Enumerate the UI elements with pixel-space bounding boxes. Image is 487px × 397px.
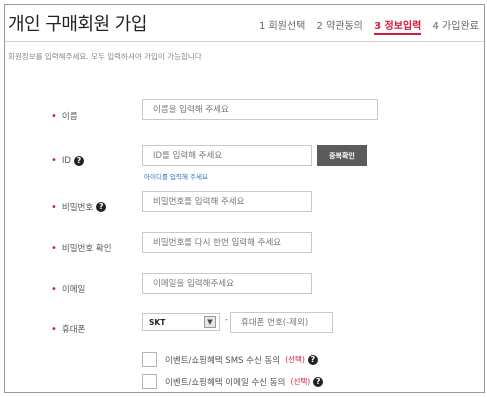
required-bullet: • [51,155,57,166]
sms-consent-row: 이벤트/쇼핑혜택 SMS 수신 동의 (선택) ? [142,350,318,369]
required-bullet: • [51,110,57,122]
question-circle-icon[interactable]: ? [96,202,107,212]
question-circle-icon[interactable]: ? [73,155,84,166]
step-4: 4 가입완료 [432,21,479,32]
name-label: • 이름 [51,110,78,123]
password-label: • 비밀번호 ? [51,201,107,213]
name-input[interactable] [142,99,378,120]
required-bullet: • [51,242,57,254]
step-2: 2 약관동의 [316,21,363,32]
step-1: 1 회원선택 [259,21,306,32]
password-confirm-input[interactable] [142,232,312,253]
password-confirm-label: • 비밀번호 확인 [51,242,112,255]
required-bullet: • [51,201,57,213]
page-title: 개인 구매회원 가입 [8,14,147,35]
phone-label: • 휴대폰 [51,323,86,336]
id-label: • ID ? [51,155,84,166]
duplicate-check-button[interactable]: 중복확인 [317,145,367,166]
chevron-down-icon[interactable]: ▼ [204,316,216,328]
email-consent-row: 이벤트/쇼핑혜택 이메일 수신 동의 (선택) ? [142,372,324,391]
step-indicator: 1 회원선택 2 약관동의 3 정보입력 4 가입완료 [259,17,487,35]
sms-consent-checkbox[interactable] [142,352,157,367]
step-3-current: 3 정보입력 [374,21,422,35]
password-input[interactable] [142,191,312,212]
id-input[interactable] [142,145,312,166]
id-hint: 아이디를 입력해 주세요 [144,173,208,181]
page-header: 개인 구매회원 가입 1 회원선택 2 약관동의 3 정보입력 4 가입완료 [5,5,484,42]
carrier-select[interactable]: SKT ▼ [142,313,220,331]
email-input[interactable] [142,273,312,294]
email-label: • 이메일 [51,283,86,296]
required-bullet: • [51,283,57,295]
required-bullet: • [51,323,57,335]
phone-input[interactable] [230,312,333,333]
question-circle-icon[interactable]: ? [313,376,324,387]
form-notice: 회원정보를 입력해주세요. 모두 입력하셔야 가입이 가능합니다 [8,52,202,61]
phone-separator: - [225,315,229,325]
question-circle-icon[interactable]: ? [307,354,318,365]
signup-window: 개인 구매회원 가입 1 회원선택 2 약관동의 3 정보입력 4 가입완료 회… [4,4,485,393]
email-consent-checkbox[interactable] [142,374,157,389]
